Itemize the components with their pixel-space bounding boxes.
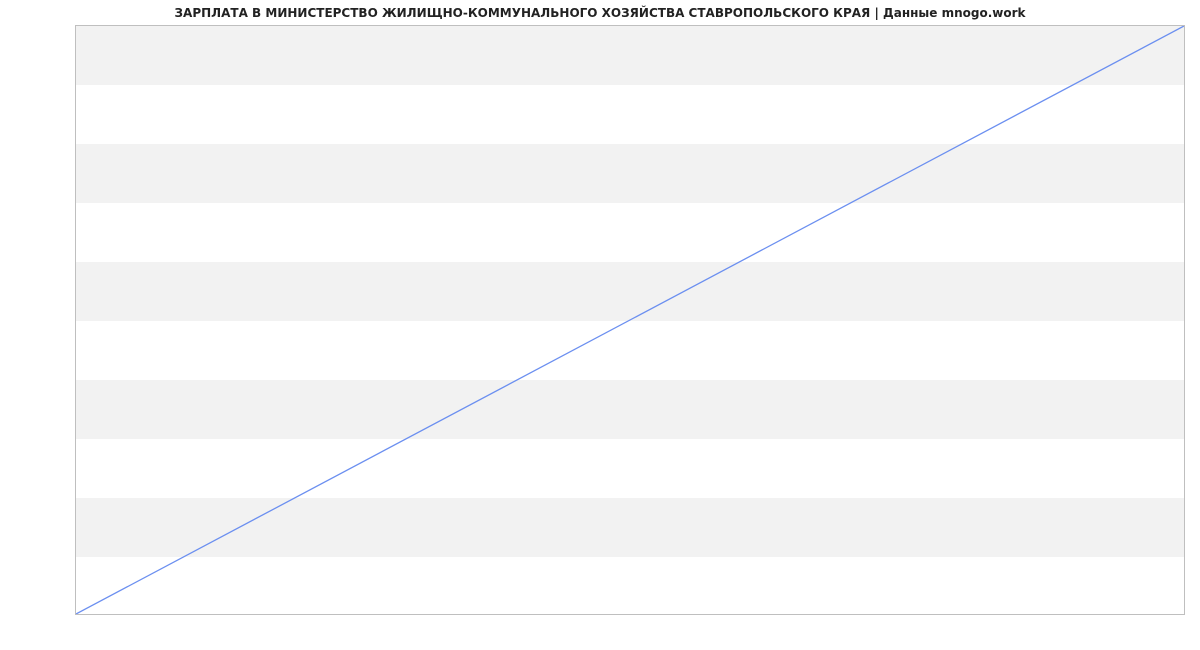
- plot-area: 2500025500260002650027000275002800028500…: [75, 25, 1185, 615]
- chart-container: ЗАРПЛАТА В МИНИСТЕРСТВО ЖИЛИЩНО-КОММУНАЛ…: [0, 0, 1200, 650]
- data-line: [76, 26, 1184, 614]
- chart-title: ЗАРПЛАТА В МИНИСТЕРСТВО ЖИЛИЩНО-КОММУНАЛ…: [0, 6, 1200, 20]
- line-layer: [76, 26, 1184, 614]
